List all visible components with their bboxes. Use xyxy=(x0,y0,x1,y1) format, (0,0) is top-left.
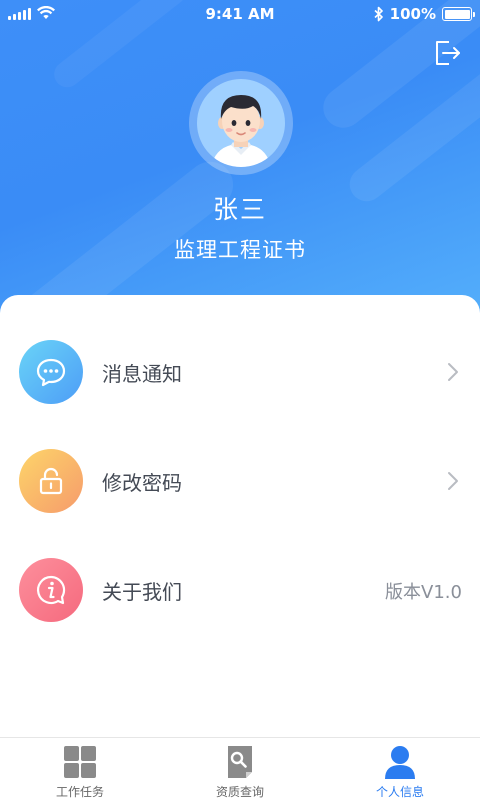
chevron-right-icon xyxy=(448,472,458,490)
tab-qualification-search[interactable]: 资质查询 xyxy=(160,738,320,800)
profile-header: 9:41 AM 100% 张三 监理工程证书 xyxy=(0,0,480,330)
grid-icon xyxy=(64,746,96,778)
menu-item-label: 消息通知 xyxy=(102,362,182,386)
tab-label: 工作任务 xyxy=(55,785,104,799)
settings-card: 消息通知 修改密码 关于我们 版本V1.0 xyxy=(0,295,480,738)
person-icon xyxy=(385,746,415,779)
tab-label: 个人信息 xyxy=(375,785,424,799)
tab-work-tasks[interactable]: 工作任务 xyxy=(0,738,160,800)
document-search-icon xyxy=(228,746,252,778)
menu-item-label: 关于我们 xyxy=(102,580,182,604)
avatar-image xyxy=(197,79,285,167)
avatar[interactable] xyxy=(189,71,293,175)
user-name: 张三 xyxy=(212,195,267,224)
message-icon xyxy=(19,340,83,404)
version-label: 版本V1.0 xyxy=(385,582,462,603)
tab-personal-info[interactable]: 个人信息 xyxy=(320,738,480,800)
menu-item-notifications[interactable]: 消息通知 xyxy=(0,332,480,412)
tab-label: 资质查询 xyxy=(215,785,264,799)
user-certificate: 监理工程证书 xyxy=(174,238,306,262)
bluetooth-icon xyxy=(374,6,383,22)
chevron-right-icon xyxy=(448,363,458,381)
logout-icon[interactable] xyxy=(432,38,462,68)
status-bar: 9:41 AM 100% xyxy=(0,0,480,28)
menu-item-about-us[interactable]: 关于我们 版本V1.0 xyxy=(0,550,480,630)
info-icon xyxy=(19,558,83,622)
menu-item-label: 修改密码 xyxy=(102,471,182,495)
menu-item-change-password[interactable]: 修改密码 xyxy=(0,441,480,521)
battery-icon xyxy=(442,7,475,21)
lock-icon xyxy=(19,449,83,513)
battery-percent: 100% xyxy=(389,5,436,23)
bottom-tab-bar: 工作任务 资质查询 个人信息 xyxy=(0,737,480,800)
